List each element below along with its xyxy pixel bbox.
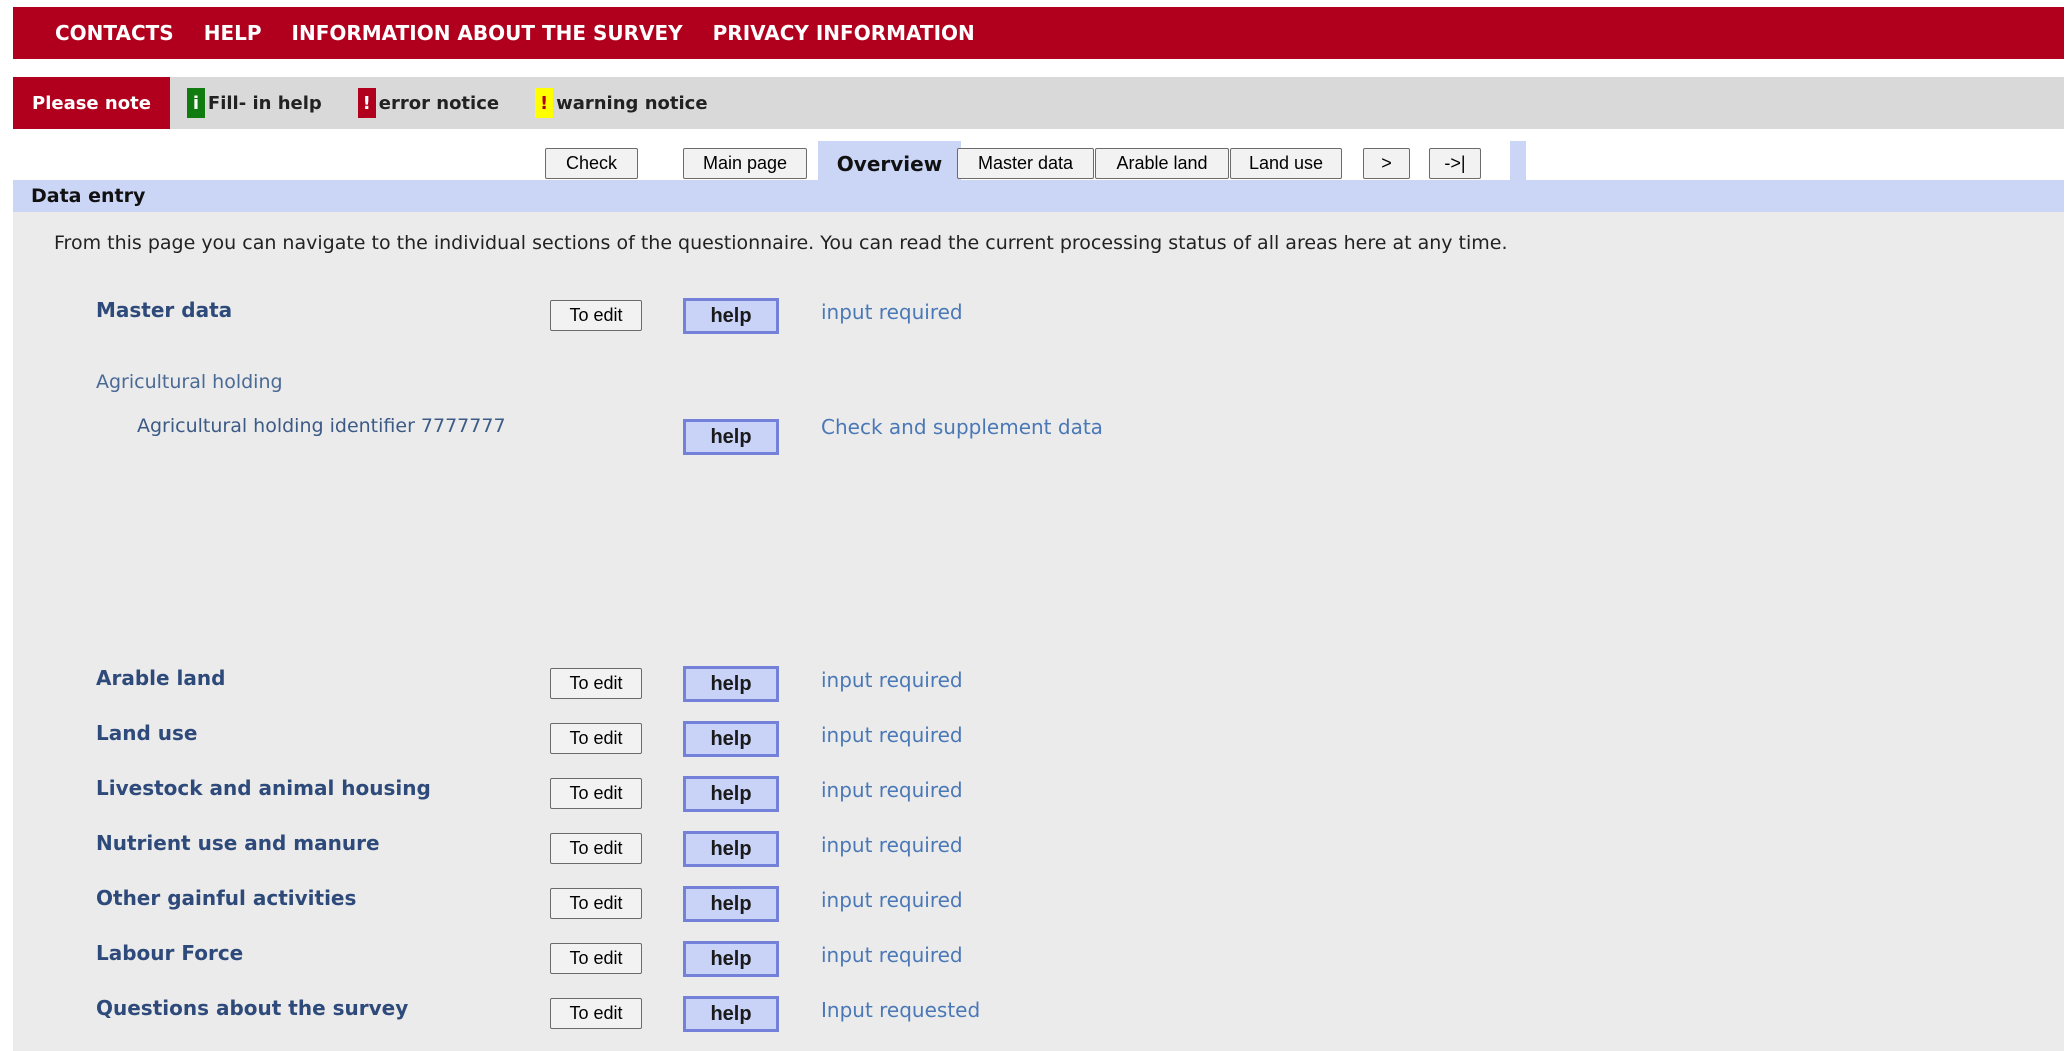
- status-text: input required: [821, 668, 963, 692]
- edit-button[interactable]: To edit: [550, 723, 642, 754]
- warning-icon: !: [535, 88, 554, 118]
- status-text: Input requested: [821, 998, 981, 1022]
- edit-button[interactable]: To edit: [550, 668, 642, 699]
- help-button[interactable]: help: [683, 996, 779, 1032]
- legend-bar: Please note i Fill- in help ! error noti…: [13, 77, 2064, 129]
- help-button[interactable]: help: [683, 666, 779, 702]
- tab-land-use[interactable]: Land use: [1230, 148, 1342, 179]
- section-label: Labour Force: [96, 941, 244, 965]
- row-arable-land: Arable land To edit help input required: [13, 666, 2064, 706]
- info-icon: i: [186, 88, 205, 118]
- help-button[interactable]: help: [683, 941, 779, 977]
- error-icon: !: [357, 88, 376, 118]
- nav-privacy-info[interactable]: PRIVACY INFORMATION: [713, 21, 975, 45]
- agricultural-holding-label: Agricultural holding: [96, 371, 283, 393]
- status-text: input required: [821, 300, 963, 324]
- help-button[interactable]: help: [683, 298, 779, 334]
- row-labour-force: Labour Force To edit help input required: [13, 941, 2064, 981]
- tab-row: Check Main page Overview Master data Ara…: [13, 141, 2064, 181]
- row-nutrient-use: Nutrient use and manure To edit help inp…: [13, 831, 2064, 871]
- status-text: input required: [821, 943, 963, 967]
- row-holding-identifier: Agricultural holding identifier 7777777 …: [13, 415, 2064, 455]
- section-label: Livestock and animal housing: [96, 776, 431, 800]
- status-text: input required: [821, 778, 963, 802]
- legend-error-notice: ! error notice: [357, 88, 500, 118]
- row-master-data: Master data To edit help input required: [13, 298, 2064, 338]
- help-button[interactable]: help: [683, 831, 779, 867]
- edit-button[interactable]: To edit: [550, 888, 642, 919]
- tab-row-tail: [1510, 141, 1526, 181]
- row-other-gainful-activities: Other gainful activities To edit help in…: [13, 886, 2064, 926]
- edit-button[interactable]: To edit: [550, 300, 642, 331]
- nav-contacts[interactable]: CONTACTS: [55, 21, 174, 45]
- section-label: Nutrient use and manure: [96, 831, 380, 855]
- help-button[interactable]: help: [683, 419, 779, 455]
- section-label: Land use: [96, 721, 198, 745]
- status-text: input required: [821, 888, 963, 912]
- edit-button[interactable]: To edit: [550, 998, 642, 1029]
- tab-main-page[interactable]: Main page: [683, 148, 807, 179]
- tab-overview[interactable]: Overview: [818, 141, 961, 181]
- legend-fill-in-help: i Fill- in help: [186, 88, 322, 118]
- nav-survey-info[interactable]: INFORMATION ABOUT THE SURVEY: [292, 21, 683, 45]
- legend-error-notice-label: error notice: [378, 92, 500, 114]
- holding-identifier-label: Agricultural holding identifier 7777777: [137, 415, 506, 437]
- edit-button[interactable]: To edit: [550, 833, 642, 864]
- help-button[interactable]: help: [683, 886, 779, 922]
- section-label: Master data: [96, 298, 233, 322]
- tab-master-data[interactable]: Master data: [957, 148, 1094, 179]
- data-entry-panel: From this page you can navigate to the i…: [13, 212, 2064, 1051]
- help-button[interactable]: help: [683, 721, 779, 757]
- please-note-label: Please note: [13, 77, 170, 129]
- nav-help[interactable]: HELP: [204, 21, 262, 45]
- edit-button[interactable]: To edit: [550, 943, 642, 974]
- check-button[interactable]: Check: [545, 148, 638, 179]
- legend-warning-notice-label: warning notice: [556, 92, 708, 114]
- status-text: input required: [821, 833, 963, 857]
- status-text: Check and supplement data: [821, 415, 1103, 439]
- legend-fill-in-help-label: Fill- in help: [207, 92, 322, 114]
- row-survey-questions: Questions about the survey To edit help …: [13, 996, 2064, 1036]
- next-tab-button[interactable]: >: [1363, 148, 1410, 179]
- legend-warning-notice: ! warning notice: [535, 88, 708, 118]
- section-label: Questions about the survey: [96, 996, 409, 1020]
- row-livestock: Livestock and animal housing To edit hel…: [13, 776, 2064, 816]
- row-land-use: Land use To edit help input required: [13, 721, 2064, 761]
- help-button[interactable]: help: [683, 776, 779, 812]
- section-label: Arable land: [96, 666, 226, 690]
- intro-text: From this page you can navigate to the i…: [54, 232, 1508, 254]
- top-navigation: CONTACTS HELP INFORMATION ABOUT THE SURV…: [13, 7, 2064, 59]
- edit-button[interactable]: To edit: [550, 778, 642, 809]
- last-tab-button[interactable]: ->|: [1429, 148, 1481, 179]
- section-label: Other gainful activities: [96, 886, 357, 910]
- tab-arable-land[interactable]: Arable land: [1095, 148, 1229, 179]
- section-title: Data entry: [13, 180, 2064, 212]
- status-text: input required: [821, 723, 963, 747]
